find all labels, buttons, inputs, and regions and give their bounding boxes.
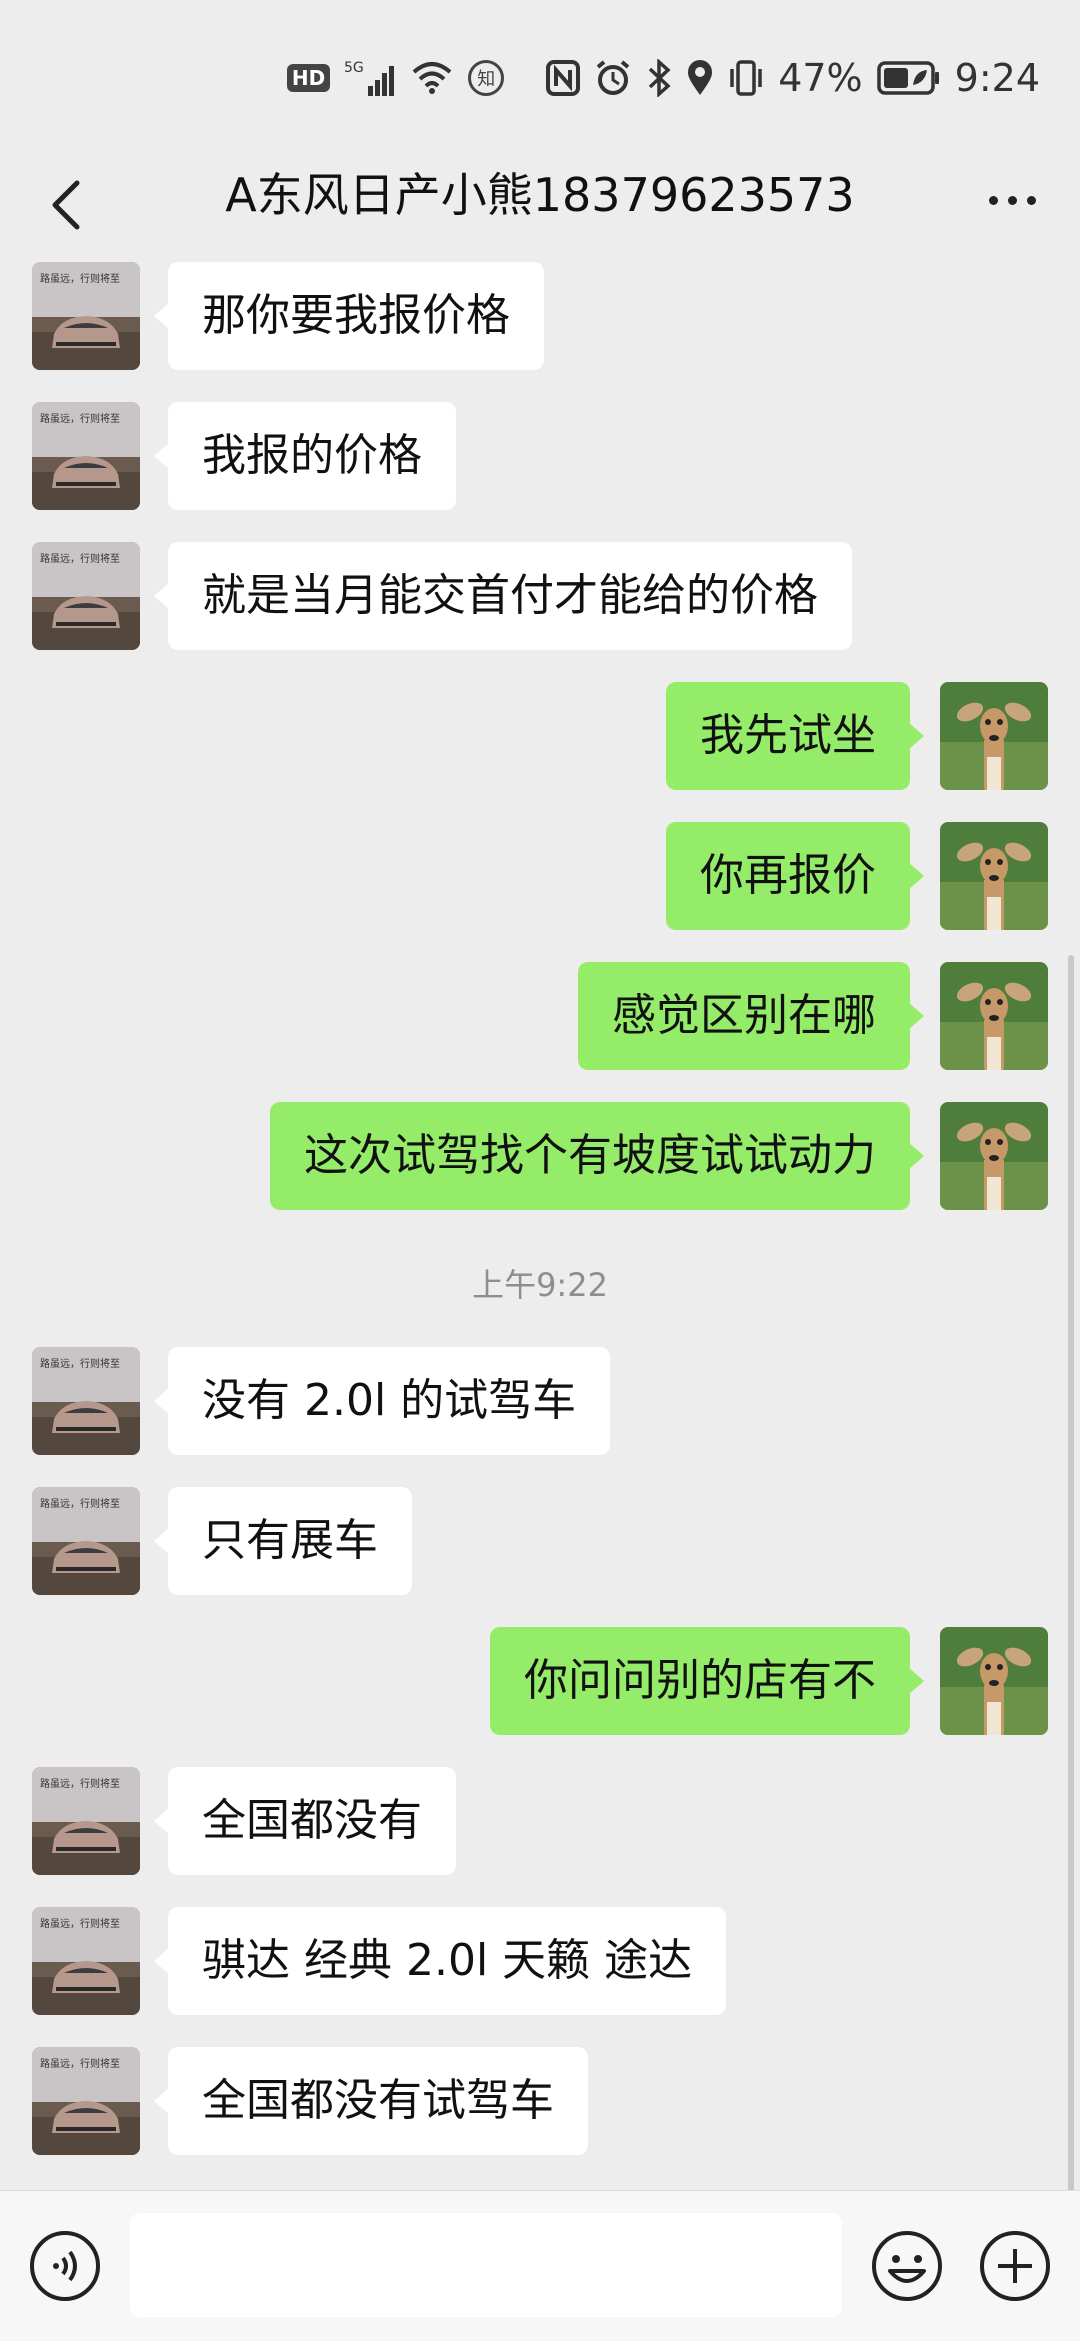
- message-row-received: 路虽远，行则将至 只有展车: [0, 1485, 1080, 1595]
- message-row-received: 路虽远，行则将至 我报的价格: [0, 400, 1080, 510]
- alarm-icon: [594, 59, 632, 97]
- message-row-received: 路虽远，行则将至 那你要我报价格: [0, 260, 1080, 370]
- avatar-caption: 路虽远，行则将至: [40, 1917, 120, 1930]
- message-bubble[interactable]: 我先试坐: [666, 682, 924, 790]
- chevron-left-icon: [52, 180, 80, 230]
- my-avatar[interactable]: [940, 682, 1048, 790]
- contact-avatar[interactable]: 路虽远，行则将至: [32, 2047, 140, 2155]
- avatar-caption: 路虽远，行则将至: [40, 1357, 120, 1370]
- message-bubble[interactable]: 全国都没有试驾车: [154, 2047, 588, 2155]
- zhihu-icon: 知: [468, 60, 505, 96]
- car-avatar-image: 路虽远，行则将至: [32, 542, 140, 650]
- deer-avatar-image: [940, 682, 1048, 790]
- voice-input-button[interactable]: [28, 2229, 102, 2303]
- message-row-received: 路虽远，行则将至 全国都没有: [0, 1765, 1080, 1875]
- bluetooth-icon: [646, 59, 672, 97]
- deer-avatar-image: [940, 1627, 1048, 1735]
- my-avatar[interactable]: [940, 1102, 1048, 1210]
- chat-scrollbar[interactable]: [1068, 955, 1074, 2190]
- deer-avatar-image: [940, 822, 1048, 930]
- message-row-sent: 感觉区别在哪: [0, 960, 1080, 1070]
- more-dot-icon: [988, 195, 998, 205]
- car-avatar-image: 路虽远，行则将至: [32, 402, 140, 510]
- my-avatar[interactable]: [940, 962, 1048, 1070]
- voice-icon: [30, 2231, 100, 2301]
- message-row-sent: 这次试驾找个有坡度试试动力: [0, 1100, 1080, 1210]
- clock-time: 9:24: [954, 56, 1040, 100]
- message-bubble[interactable]: 没有 2.0l 的试驾车: [153, 1347, 611, 1455]
- message-row-received: 路虽远，行则将至 全国都没有试驾车: [0, 2045, 1080, 2155]
- contact-avatar[interactable]: 路虽远，行则将至: [32, 402, 140, 510]
- avatar-caption: 路虽远，行则将至: [40, 272, 120, 285]
- signal-5g-icon: 5G: [344, 58, 396, 98]
- emoji-icon: [872, 2231, 942, 2301]
- car-avatar-image: 路虽远，行则将至: [32, 262, 140, 370]
- avatar-caption: 路虽远，行则将至: [40, 1777, 120, 1790]
- message-bubble[interactable]: 这次试驾找个有坡度试试动力: [270, 1102, 924, 1210]
- message-row-received: 路虽远，行则将至 没有 2.0l 的试驾车: [0, 1345, 1080, 1455]
- plus-icon: [980, 2231, 1050, 2301]
- message-row-sent: 你问问别的店有不: [0, 1625, 1080, 1735]
- avatar-caption: 路虽远，行则将至: [40, 2057, 120, 2070]
- contact-avatar[interactable]: 路虽远，行则将至: [32, 1487, 140, 1595]
- avatar-caption: 路虽远，行则将至: [40, 1497, 120, 1510]
- message-row-sent: 你再报价: [0, 820, 1080, 930]
- more-options-button[interactable]: [972, 170, 1052, 230]
- message-row-received: 路虽远，行则将至 就是当月能交首付才能给的价格: [0, 540, 1080, 650]
- message-bubble[interactable]: 骐达 经典 2.0l 天籁 途达: [153, 1907, 727, 2015]
- battery-icon: [876, 61, 941, 95]
- deer-avatar-image: [940, 962, 1048, 1070]
- car-avatar-image: 路虽远，行则将至: [32, 2047, 140, 2155]
- message-row-sent: 我先试坐: [0, 680, 1080, 790]
- avatar-caption: 路虽远，行则将至: [40, 552, 120, 565]
- car-avatar-image: 路虽远，行则将至: [32, 1907, 140, 2015]
- message-row-received: 路虽远，行则将至 骐达 经典 2.0l 天籁 途达: [0, 1905, 1080, 2015]
- message-bubble[interactable]: 我报的价格: [154, 402, 456, 510]
- message-input[interactable]: [130, 2213, 842, 2317]
- deer-avatar-image: [940, 1102, 1048, 1210]
- location-icon: [686, 59, 714, 97]
- message-bubble[interactable]: 只有展车: [154, 1487, 412, 1595]
- wifi-icon: [410, 60, 454, 96]
- input-bar: [0, 2190, 1080, 2341]
- message-bubble[interactable]: 感觉区别在哪: [578, 962, 924, 1070]
- nfc-icon: [546, 60, 581, 96]
- chat-header: A东风日产小熊18379623573: [0, 150, 1080, 260]
- more-dot-icon: [1007, 195, 1017, 205]
- more-actions-button[interactable]: [978, 2229, 1052, 2303]
- message-bubble[interactable]: 那你要我报价格: [154, 262, 544, 370]
- chat-message-list[interactable]: 路虽远，行则将至 那你要我报价格 路虽远，行则将至 我报的价格 路虽远，行则将至…: [0, 255, 1080, 2190]
- contact-avatar[interactable]: 路虽远，行则将至: [32, 1907, 140, 2015]
- contact-avatar[interactable]: 路虽远，行则将至: [32, 542, 140, 650]
- hd-indicator: HD: [286, 64, 331, 92]
- status-icons: HD 5G 知 47% 9:24: [286, 50, 1040, 106]
- message-bubble[interactable]: 全国都没有: [154, 1767, 456, 1875]
- chat-title: A东风日产小熊18379623573: [225, 168, 855, 222]
- back-button[interactable]: [32, 170, 102, 240]
- my-avatar[interactable]: [940, 822, 1048, 930]
- message-bubble[interactable]: 你问问别的店有不: [490, 1627, 924, 1735]
- message-timestamp: 上午9:22: [472, 1266, 608, 1304]
- emoji-button[interactable]: [870, 2229, 944, 2303]
- message-bubble[interactable]: 就是当月能交首付才能给的价格: [154, 542, 852, 650]
- car-avatar-image: 路虽远，行则将至: [32, 1347, 140, 1455]
- contact-avatar[interactable]: 路虽远，行则将至: [32, 262, 140, 370]
- car-avatar-image: 路虽远，行则将至: [32, 1767, 140, 1875]
- vibrate-icon: [728, 59, 764, 97]
- battery-percent: 47%: [778, 56, 863, 100]
- my-avatar[interactable]: [940, 1627, 1048, 1735]
- status-bar: HD 5G 知 47% 9:24: [0, 0, 1080, 150]
- more-dot-icon: [1026, 195, 1036, 205]
- contact-avatar[interactable]: 路虽远，行则将至: [32, 1347, 140, 1455]
- avatar-caption: 路虽远，行则将至: [40, 412, 120, 425]
- network-type-text: 5G: [344, 60, 364, 76]
- car-avatar-image: 路虽远，行则将至: [32, 1487, 140, 1595]
- message-bubble[interactable]: 你再报价: [666, 822, 924, 930]
- contact-avatar[interactable]: 路虽远，行则将至: [32, 1767, 140, 1875]
